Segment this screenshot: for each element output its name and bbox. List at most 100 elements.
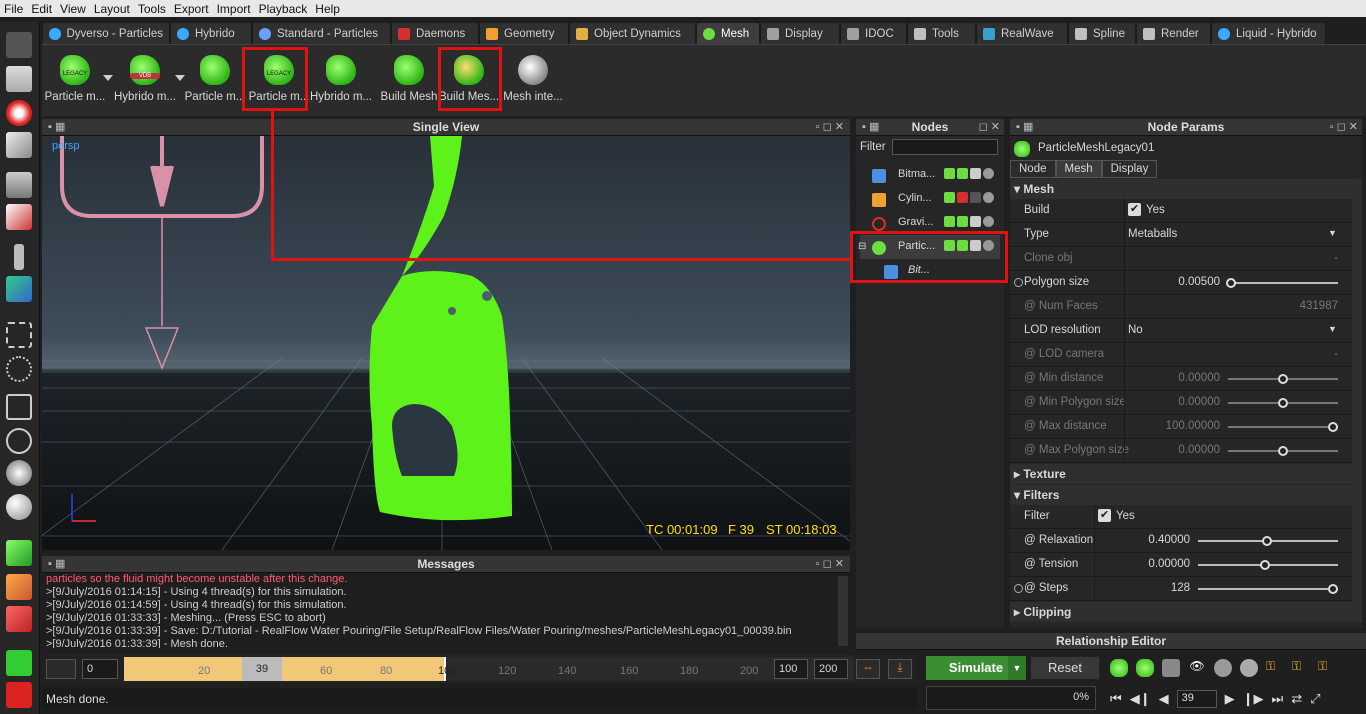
min-distance-knob[interactable] xyxy=(1278,374,1288,384)
max-distance-knob[interactable] xyxy=(1328,422,1338,432)
play-icon[interactable]: ▶ xyxy=(1225,691,1235,707)
keyframe-icon[interactable] xyxy=(1014,278,1023,287)
node-flags[interactable] xyxy=(944,168,1004,182)
node-row[interactable]: Bitma... xyxy=(860,163,1000,187)
tab-tools[interactable]: Tools xyxy=(907,22,976,44)
tab-object-dynamics[interactable]: Object Dynamics xyxy=(569,22,696,44)
filter-input[interactable] xyxy=(892,139,998,155)
tab-dyverso-particles[interactable]: Dyverso - Particles xyxy=(42,22,170,44)
node-flags[interactable] xyxy=(944,192,1004,206)
tab-daemons[interactable]: Daemons xyxy=(391,22,479,44)
key-icon[interactable]: ⚿ xyxy=(1266,659,1284,677)
particle-mesh-button[interactable]: Particle m... xyxy=(182,51,248,111)
save-red-icon[interactable] xyxy=(6,682,32,708)
box-tool-icon[interactable] xyxy=(6,204,32,230)
node-row[interactable]: Cylin... xyxy=(860,187,1000,211)
tension-knob[interactable] xyxy=(1260,560,1270,570)
axis-tool-icon[interactable] xyxy=(6,276,32,302)
tab-standard-particles[interactable]: Standard - Particles xyxy=(252,22,391,44)
keyframe-icon[interactable] xyxy=(1014,584,1023,593)
end-frame-field[interactable]: 100 xyxy=(774,659,808,679)
rocket-icon[interactable] xyxy=(6,574,32,600)
menu-playback[interactable]: Playback xyxy=(255,2,312,16)
smooth-sphere-icon[interactable] xyxy=(6,494,32,520)
param-value[interactable]: 0.00500 xyxy=(1178,276,1220,288)
menu-view[interactable]: View xyxy=(56,2,90,16)
steps-knob[interactable] xyxy=(1328,584,1338,594)
lod-dropdown[interactable]: No xyxy=(1128,324,1143,336)
node-flags[interactable] xyxy=(944,216,1004,230)
menu-export[interactable]: Export xyxy=(170,2,213,16)
panel-window-controls[interactable]: ▫ ◻ ✕ xyxy=(816,119,844,136)
tab-mesh[interactable]: Mesh xyxy=(696,22,760,44)
mesh-build-icon[interactable] xyxy=(1110,659,1128,677)
pen-tool-icon[interactable] xyxy=(14,244,24,270)
polygon-size-slider[interactable] xyxy=(1228,282,1338,284)
key-remove-icon[interactable]: ⚿ xyxy=(1318,659,1336,677)
gear-icon[interactable] xyxy=(1214,659,1232,677)
gear-small-icon[interactable] xyxy=(1240,659,1258,677)
hybrido-mesh-vdb-button[interactable]: Hybrido m... xyxy=(112,51,178,111)
menu-file[interactable]: File xyxy=(0,2,27,16)
tab-realwave[interactable]: RealWave xyxy=(976,22,1068,44)
panel-window-controls[interactable]: ◻ ✕ xyxy=(979,119,1000,136)
param-tab-node[interactable]: Node xyxy=(1010,160,1056,178)
steps-slider[interactable] xyxy=(1198,588,1338,590)
mesh-interpolation-button[interactable]: Mesh inte... xyxy=(500,51,566,111)
params-scrollbar[interactable] xyxy=(1352,179,1362,619)
tab-liquid-hybrido[interactable]: Liquid - Hybrido xyxy=(1211,22,1326,44)
section-texture[interactable]: ▸ Texture xyxy=(1010,464,1362,484)
flat-sphere-icon[interactable] xyxy=(6,460,32,486)
filter-checkbox[interactable]: ✔ xyxy=(1098,509,1111,522)
frame-input[interactable]: 39 xyxy=(1176,690,1217,708)
particle-mesh-legacy-button[interactable]: Particle m... xyxy=(42,51,108,111)
param-value[interactable]: 128 xyxy=(1171,582,1190,594)
range-fit-icon[interactable]: ⇔ xyxy=(856,659,880,679)
save-green-icon[interactable] xyxy=(6,650,32,676)
layers-tool-icon[interactable] xyxy=(6,172,32,198)
tab-render[interactable]: Render xyxy=(1136,22,1211,44)
wire-box-icon[interactable] xyxy=(6,394,32,420)
max-frame-field[interactable]: 200 xyxy=(814,659,848,679)
loop-icon[interactable]: ⇄ xyxy=(1291,691,1302,707)
grid-box-icon[interactable] xyxy=(6,322,32,348)
panel-grip-icon[interactable]: ▪ ▦ xyxy=(1016,119,1033,136)
timeline-track[interactable]: 39 20 60 80 100 120 140 160 180 200 xyxy=(124,657,854,681)
scale-tool-icon[interactable] xyxy=(6,132,32,158)
param-tab-display[interactable]: Display xyxy=(1101,160,1158,178)
tab-display[interactable]: Display xyxy=(760,22,840,44)
range-marker-icon[interactable]: ⤓ xyxy=(888,659,912,679)
menu-tools[interactable]: Tools xyxy=(134,2,170,16)
reset-button[interactable]: Reset xyxy=(1030,656,1100,680)
menu-help[interactable]: Help xyxy=(311,2,344,16)
panel-grip-icon[interactable]: ▪ ▦ xyxy=(48,556,65,573)
relaxation-knob[interactable] xyxy=(1262,536,1272,546)
panel-grip-icon[interactable]: ▪ ▦ xyxy=(862,119,879,136)
first-frame-icon[interactable]: ⏮ xyxy=(1110,691,1122,707)
step-back-icon[interactable]: ◀❙ xyxy=(1130,691,1151,707)
3d-viewport[interactable]: persp TC 00:01:09 F 39 ST 00:18:03 xyxy=(42,136,850,550)
move-tool-icon[interactable] xyxy=(6,66,32,92)
panel-window-controls[interactable]: ▫ ◻ ✕ xyxy=(816,556,844,573)
polygon-size-knob[interactable] xyxy=(1226,278,1236,288)
export-icon[interactable] xyxy=(1162,659,1180,677)
tab-geometry[interactable]: Geometry xyxy=(479,22,569,44)
feather-red-icon[interactable] xyxy=(6,606,32,632)
speed-icon[interactable]: ⤢ xyxy=(1310,691,1320,707)
max-distance-slider[interactable] xyxy=(1228,426,1338,428)
lock-icon[interactable] xyxy=(46,659,76,679)
tab-hybrido[interactable]: Hybrido xyxy=(170,22,252,44)
chevron-down-icon[interactable]: ▼ xyxy=(1328,228,1337,238)
section-filters[interactable]: ▾ Filters xyxy=(1010,485,1362,505)
tab-spline[interactable]: Spline xyxy=(1068,22,1136,44)
current-frame-marker[interactable]: 39 xyxy=(242,657,282,681)
eye-icon[interactable]: 👁 xyxy=(1188,659,1206,677)
menu-layout[interactable]: Layout xyxy=(90,2,134,16)
param-value[interactable]: 0.40000 xyxy=(1148,534,1190,546)
menu-edit[interactable]: Edit xyxy=(27,2,56,16)
mesh-cache-icon[interactable] xyxy=(1136,659,1154,677)
point-sphere-icon[interactable] xyxy=(6,356,32,382)
min-polygon-knob[interactable] xyxy=(1278,398,1288,408)
build-mesh-button[interactable]: Build Mesh xyxy=(376,51,442,111)
key-add-icon[interactable]: ⚿ xyxy=(1292,659,1310,677)
